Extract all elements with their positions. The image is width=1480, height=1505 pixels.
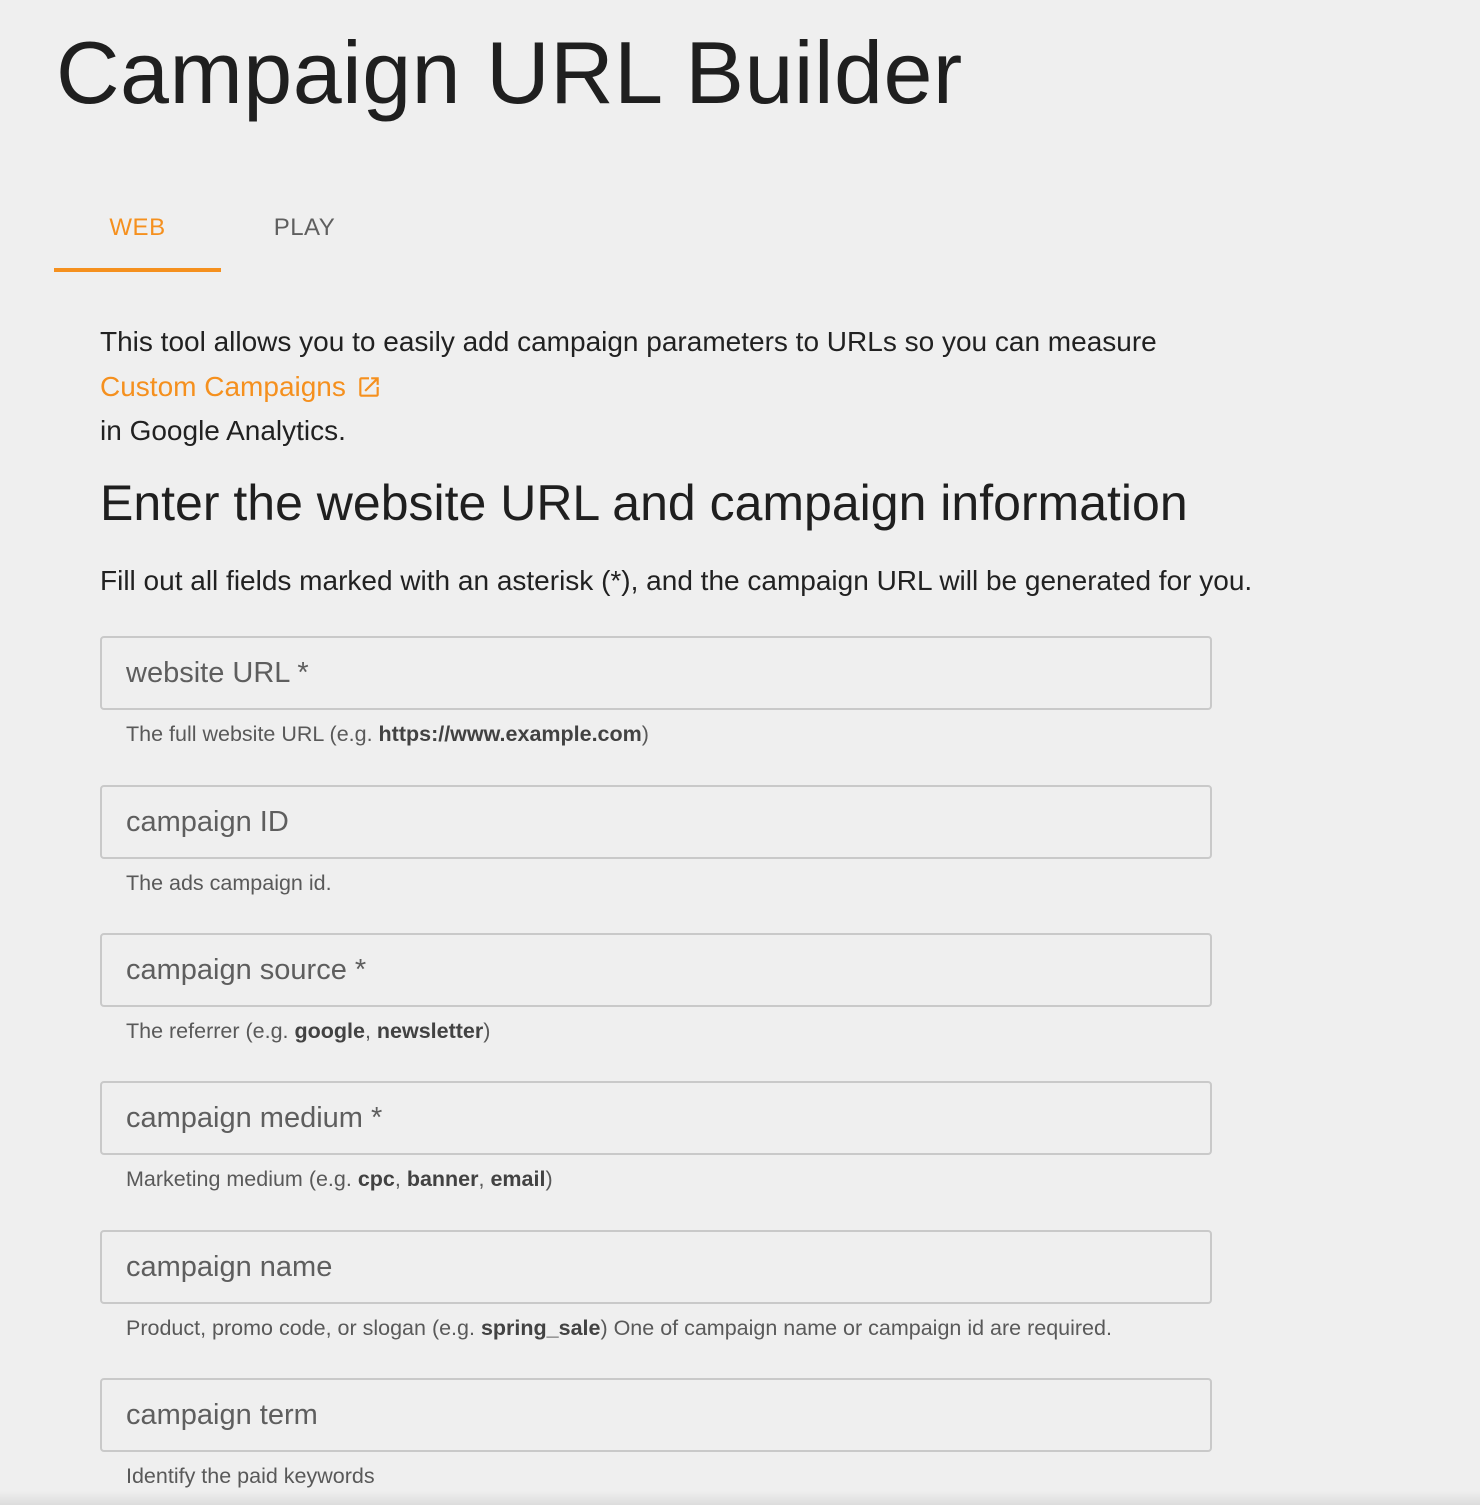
campaign-name-field-group: Product, promo code, or slogan (e.g. spr… xyxy=(100,1230,1212,1341)
section-heading: Enter the website URL and campaign infor… xyxy=(100,475,1188,531)
tab-bar: WEB PLAY xyxy=(54,200,388,272)
helper-suffix: ) xyxy=(483,1019,491,1043)
helper-prefix: Marketing medium (e.g. xyxy=(126,1167,358,1191)
tab-play[interactable]: PLAY xyxy=(221,200,388,272)
campaign-term-field-group: Identify the paid keywords xyxy=(100,1378,1212,1489)
campaign-id-helper: The ads campaign id. xyxy=(100,871,1212,896)
campaign-term-field[interactable] xyxy=(100,1378,1212,1452)
intro-paragraph: This tool allows you to easily add campa… xyxy=(100,320,1300,454)
intro-text-end: in Google Analytics. xyxy=(100,415,346,446)
helper-prefix: The ads campaign id. xyxy=(126,871,332,895)
campaign-name-input[interactable] xyxy=(126,1250,1210,1284)
custom-campaigns-link[interactable]: Custom Campaigns xyxy=(100,365,382,410)
campaign-term-input[interactable] xyxy=(126,1398,1210,1432)
campaign-id-field-group: The ads campaign id. xyxy=(100,785,1212,896)
website-url-helper: The full website URL (e.g. https://www.e… xyxy=(100,722,1212,747)
campaign-source-input[interactable] xyxy=(126,953,1210,987)
helper-example: cpc xyxy=(357,1167,395,1191)
custom-campaigns-link-label: Custom Campaigns xyxy=(100,370,346,402)
website-url-field[interactable] xyxy=(100,636,1212,710)
campaign-medium-input[interactable] xyxy=(126,1101,1210,1135)
helper-separator: , xyxy=(478,1167,491,1191)
campaign-name-helper: Product, promo code, or slogan (e.g. spr… xyxy=(100,1316,1212,1341)
external-link-icon xyxy=(359,377,379,397)
helper-prefix: Product, promo code, or slogan (e.g. xyxy=(126,1316,481,1340)
campaign-medium-field[interactable] xyxy=(100,1081,1212,1155)
campaign-source-field-group: The referrer (e.g. google, newsletter) xyxy=(100,933,1212,1044)
campaign-medium-helper: Marketing medium (e.g. cpc, banner, emai… xyxy=(100,1167,1212,1192)
helper-separator: , xyxy=(394,1167,407,1191)
campaign-source-helper: The referrer (e.g. google, newsletter) xyxy=(100,1019,1212,1044)
helper-example: banner xyxy=(406,1167,479,1191)
campaign-medium-field-group: Marketing medium (e.g. cpc, banner, emai… xyxy=(100,1081,1212,1192)
campaign-id-field[interactable] xyxy=(100,785,1212,859)
helper-example: https://www.example.com xyxy=(378,722,642,746)
bottom-edge-shadow xyxy=(0,1491,1480,1505)
campaign-name-field[interactable] xyxy=(100,1230,1212,1304)
form-instructions: Fill out all fields marked with an aster… xyxy=(100,565,1253,596)
helper-example: email xyxy=(490,1167,546,1191)
campaign-id-input[interactable] xyxy=(126,805,1210,839)
helper-example: newsletter xyxy=(376,1019,484,1043)
helper-suffix: ) One of campaign name or campaign id ar… xyxy=(600,1316,1112,1340)
helper-prefix: The full website URL (e.g. xyxy=(126,722,379,746)
helper-separator: , xyxy=(364,1019,377,1043)
helper-prefix: The referrer (e.g. xyxy=(126,1019,295,1043)
helper-example: spring_sale xyxy=(480,1316,601,1340)
intro-text: This tool allows you to easily add campa… xyxy=(100,326,1157,357)
website-url-field-group: The full website URL (e.g. https://www.e… xyxy=(100,636,1212,747)
helper-suffix: ) xyxy=(641,722,649,746)
helper-example: google xyxy=(294,1019,365,1043)
tab-web[interactable]: WEB xyxy=(54,200,221,272)
website-url-input[interactable] xyxy=(126,656,1210,690)
page-title: Campaign URL Builder xyxy=(56,23,963,122)
helper-prefix: Identify the paid keywords xyxy=(126,1464,375,1488)
campaign-term-helper: Identify the paid keywords xyxy=(100,1464,1212,1489)
campaign-source-field[interactable] xyxy=(100,933,1212,1007)
helper-suffix: ) xyxy=(545,1167,553,1191)
campaign-url-builder-page: Campaign URL Builder WEB PLAY This tool … xyxy=(0,0,1480,1505)
